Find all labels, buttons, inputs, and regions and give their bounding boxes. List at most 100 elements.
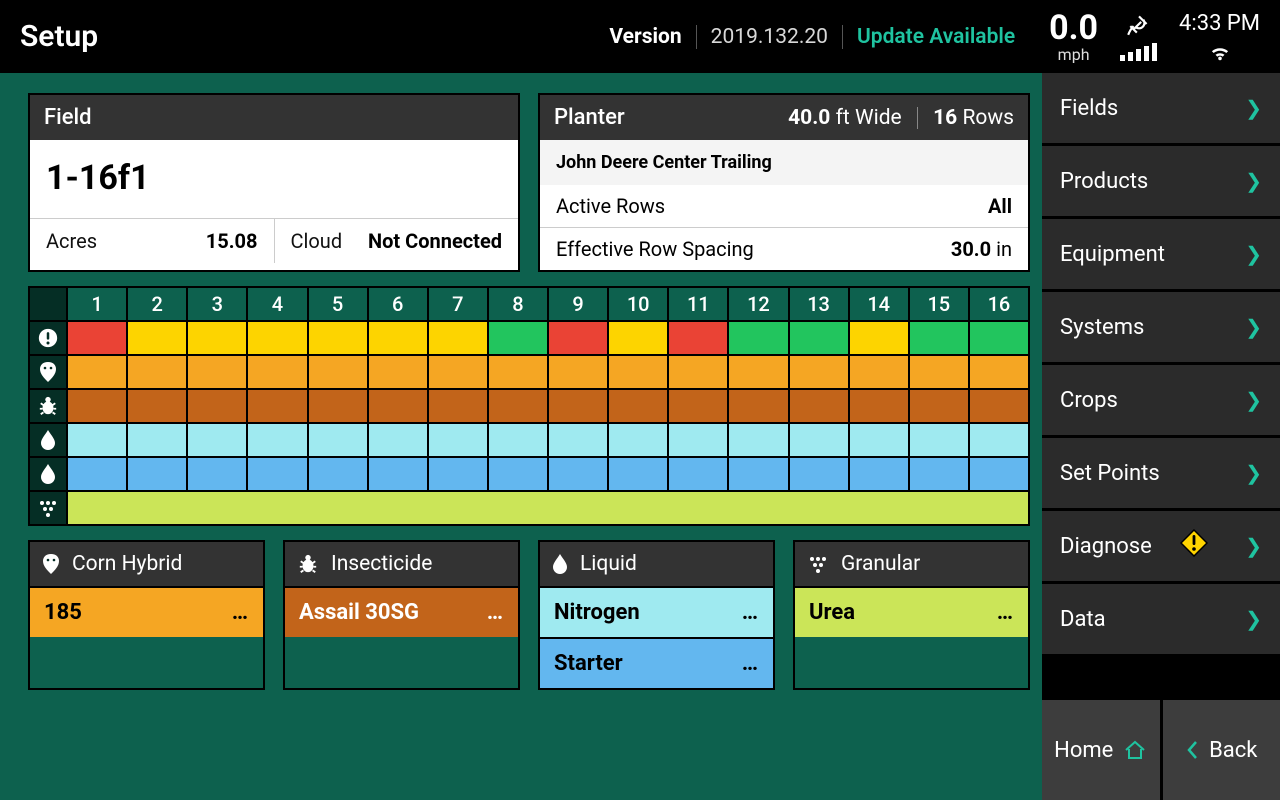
seed-icon	[30, 354, 68, 388]
sidebar-item-set points[interactable]: Set Points ❯	[1042, 438, 1280, 511]
home-icon	[1123, 739, 1147, 761]
grid-cell	[729, 354, 789, 388]
grid-cell	[609, 320, 669, 354]
grid-cell	[128, 388, 188, 422]
sidebar-item-fields[interactable]: Fields ❯	[1042, 73, 1280, 146]
grid-cell	[309, 422, 369, 456]
chevron-right-icon: ❯	[1245, 242, 1262, 266]
home-button[interactable]: Home	[1042, 700, 1160, 800]
sidebar-item-data[interactable]: Data ❯	[1042, 584, 1280, 657]
chevron-right-icon: ❯	[1245, 315, 1262, 339]
grid-cell	[669, 388, 729, 422]
row-status-grid: 12345678910111213141516	[28, 286, 1030, 526]
product-header: Insecticide	[285, 542, 518, 586]
divider	[696, 25, 697, 49]
drop-icon	[30, 422, 68, 456]
grid-cell	[669, 422, 729, 456]
more-icon: …	[487, 600, 504, 625]
grid-cell	[790, 320, 850, 354]
grid-cell	[549, 354, 609, 388]
sidebar-item-systems[interactable]: Systems ❯	[1042, 292, 1280, 365]
grid-cell	[128, 320, 188, 354]
product-item-name: Starter	[554, 651, 623, 676]
grid-cell	[729, 320, 789, 354]
grid-cell	[489, 320, 549, 354]
grid-cell	[248, 422, 308, 456]
chevron-right-icon: ❯	[1245, 388, 1262, 412]
grid-cell	[549, 456, 609, 490]
grid-cell	[369, 456, 429, 490]
drop-icon	[30, 456, 68, 490]
product-item-name: Urea	[809, 600, 855, 625]
sidebar-item-label: Data	[1060, 607, 1106, 632]
page-title: Setup	[20, 19, 609, 54]
grid-cell	[850, 320, 910, 354]
product-title: Liquid	[580, 552, 637, 576]
sidebar-item-products[interactable]: Products ❯	[1042, 146, 1280, 219]
grid-column-header: 1	[68, 288, 128, 320]
active-rows-value: All	[988, 194, 1012, 218]
planter-row-spacing: Effective Row Spacing 30.0 in	[540, 227, 1028, 270]
chevron-right-icon: ❯	[1245, 96, 1262, 120]
acres-value: 15.08	[206, 229, 258, 253]
grid-cell	[609, 456, 669, 490]
signal-bars-icon	[1120, 43, 1157, 61]
satellite-icon	[1126, 11, 1152, 37]
sidebar-item-label: Crops	[1060, 388, 1118, 413]
product-title: Granular	[841, 552, 920, 576]
divider	[842, 25, 843, 49]
planter-card-title: Planter	[554, 105, 625, 130]
planter-width-unit: ft Wide	[836, 106, 902, 130]
grid-cell	[790, 422, 850, 456]
product-header: Liquid	[540, 542, 773, 586]
active-rows-label: Active Rows	[556, 194, 665, 218]
grid-cell	[309, 354, 369, 388]
grid-corner	[30, 288, 68, 320]
grid-cell	[309, 320, 369, 354]
grid-cell	[248, 354, 308, 388]
grid-cell	[429, 320, 489, 354]
version-block: Version 2019.132.20 Update Available	[609, 25, 1015, 49]
grid-cell	[729, 422, 789, 456]
product-item[interactable]: Nitrogen…	[540, 586, 773, 637]
grid-cell	[669, 320, 729, 354]
product-box-granular: Granular Urea…	[793, 540, 1030, 690]
top-bar: Setup Version 2019.132.20 Update Availab…	[0, 0, 1280, 73]
grid-cell	[970, 354, 1028, 388]
sidebar-item-equipment[interactable]: Equipment ❯	[1042, 219, 1280, 292]
sidebar-item-crops[interactable]: Crops ❯	[1042, 365, 1280, 438]
warning-icon	[1180, 529, 1208, 563]
divider	[917, 107, 918, 129]
more-icon: …	[232, 600, 249, 625]
home-button-label: Home	[1054, 738, 1113, 763]
grid-cell	[970, 456, 1028, 490]
version-number: 2019.132.20	[711, 25, 828, 49]
product-title: Corn Hybrid	[72, 552, 182, 576]
grid-cell	[669, 456, 729, 490]
grid-cell	[188, 388, 248, 422]
time-indicator: 4:33 PM	[1179, 11, 1260, 62]
grid-cell	[309, 456, 369, 490]
product-title: Insecticide	[331, 552, 432, 576]
sidebar-item-diagnose[interactable]: Diagnose ❯	[1042, 511, 1280, 584]
sidebar-item-label: Fields	[1060, 96, 1118, 121]
product-item[interactable]: 185…	[30, 586, 263, 637]
product-item[interactable]: Urea…	[795, 586, 1028, 637]
grid-cell	[850, 456, 910, 490]
more-icon: …	[742, 651, 759, 676]
back-button[interactable]: Back	[1163, 700, 1280, 800]
grid-cell	[68, 490, 1028, 524]
grid-row	[30, 456, 1028, 490]
grid-cell	[609, 354, 669, 388]
product-item[interactable]: Starter …	[540, 637, 773, 688]
grid-column-header: 16	[970, 288, 1028, 320]
product-item[interactable]: Assail 30SG…	[285, 586, 518, 637]
planter-card[interactable]: Planter 40.0 ft Wide 16 Rows John Deere …	[538, 93, 1030, 272]
grid-cell	[188, 320, 248, 354]
product-header: Granular	[795, 542, 1028, 586]
grid-column-header: 12	[729, 288, 789, 320]
grid-cell	[850, 388, 910, 422]
chevron-right-icon: ❯	[1245, 534, 1262, 558]
update-available-link[interactable]: Update Available	[857, 25, 1015, 49]
field-card[interactable]: Field 1-16f1 Acres 15.08 Cloud Not Conne…	[28, 93, 520, 272]
